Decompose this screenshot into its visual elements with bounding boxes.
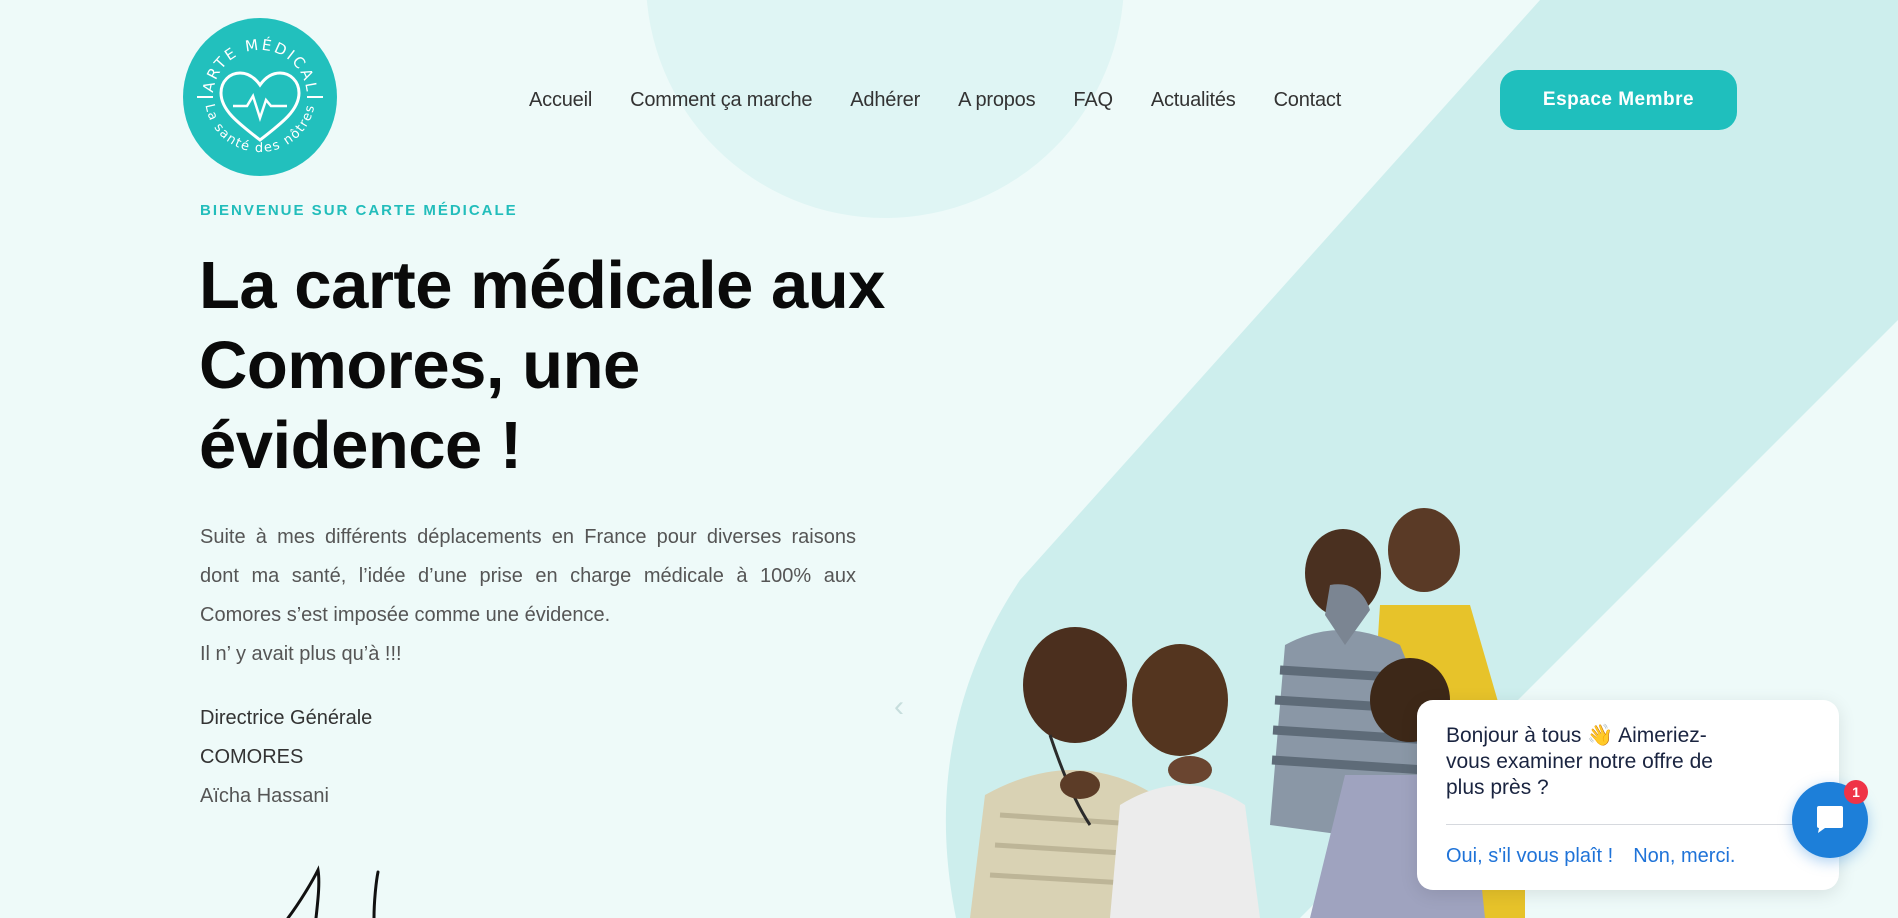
hero-eyebrow: BIENVENUE SUR CARTE MÉDICALE xyxy=(200,202,518,219)
signatory-block: Directrice Générale COMORES Aïcha Hassan… xyxy=(200,699,372,816)
member-area-button[interactable]: Espace Membre xyxy=(1500,70,1737,130)
signatory-name: Aïcha Hassani xyxy=(200,785,329,807)
nav-item-comment-ca-marche[interactable]: Comment ça marche xyxy=(611,89,831,112)
chat-message: Bonjour à tous 👋 Aimeriez-vous examiner … xyxy=(1446,724,1713,799)
hero-title-line: évidence ! xyxy=(199,408,522,483)
nav-item-adherer[interactable]: Adhérer xyxy=(831,89,939,112)
heart-pulse-icon xyxy=(219,71,301,142)
main-nav: Accueil Comment ça marche Adhérer A prop… xyxy=(510,80,1360,120)
logo-bottom-text: La santé des nôtres xyxy=(202,103,317,156)
logo[interactable]: CARTE MÉDICALE La santé des nôtres xyxy=(177,4,337,176)
nav-item-faq[interactable]: FAQ xyxy=(1054,89,1131,112)
hero-paragraph-end: Il n’ y avait plus qu’à !!! xyxy=(200,643,402,665)
signatory-role: Directrice Générale xyxy=(200,707,373,729)
chat-popup: Bonjour à tous 👋 Aimeriez-vous examiner … xyxy=(1417,700,1839,890)
hero-title-line: La carte médicale aux xyxy=(199,248,885,323)
handwritten-signature xyxy=(286,865,380,918)
hero-title: La carte médicale aux Comores, une évide… xyxy=(199,246,889,486)
chat-yes-button[interactable]: Oui, s'il vous plaît ! xyxy=(1446,845,1613,868)
logo-top-text: CARTE MÉDICALE xyxy=(177,4,319,95)
svg-text:CARTE MÉDICALE: CARTE MÉDICALE xyxy=(183,18,321,95)
nav-item-a-propos[interactable]: A propos xyxy=(939,89,1054,112)
svg-text:La santé des nôtres: La santé des nôtres xyxy=(202,103,319,156)
nav-item-contact[interactable]: Contact xyxy=(1255,89,1361,112)
hero-title-line: Comores, une xyxy=(199,328,640,403)
chat-no-button[interactable]: Non, merci. xyxy=(1633,845,1735,868)
nav-item-accueil[interactable]: Accueil xyxy=(510,89,611,112)
signatory-country: COMORES xyxy=(200,746,304,768)
hero-intro: Suite à mes différents déplacements en F… xyxy=(200,518,856,674)
hero-paragraph: Suite à mes différents déplacements en F… xyxy=(200,526,856,626)
chat-divider xyxy=(1446,824,1810,825)
chat-notification-badge: 1 xyxy=(1844,780,1868,804)
logo-emblem: CARTE MÉDICALE La santé des nôtres xyxy=(177,4,323,156)
chat-actions: Oui, s'il vous plaît ! Non, merci. xyxy=(1446,845,1735,868)
slider-prev-arrow[interactable]: ‹ xyxy=(894,690,904,724)
nav-item-actualites[interactable]: Actualités xyxy=(1132,89,1255,112)
